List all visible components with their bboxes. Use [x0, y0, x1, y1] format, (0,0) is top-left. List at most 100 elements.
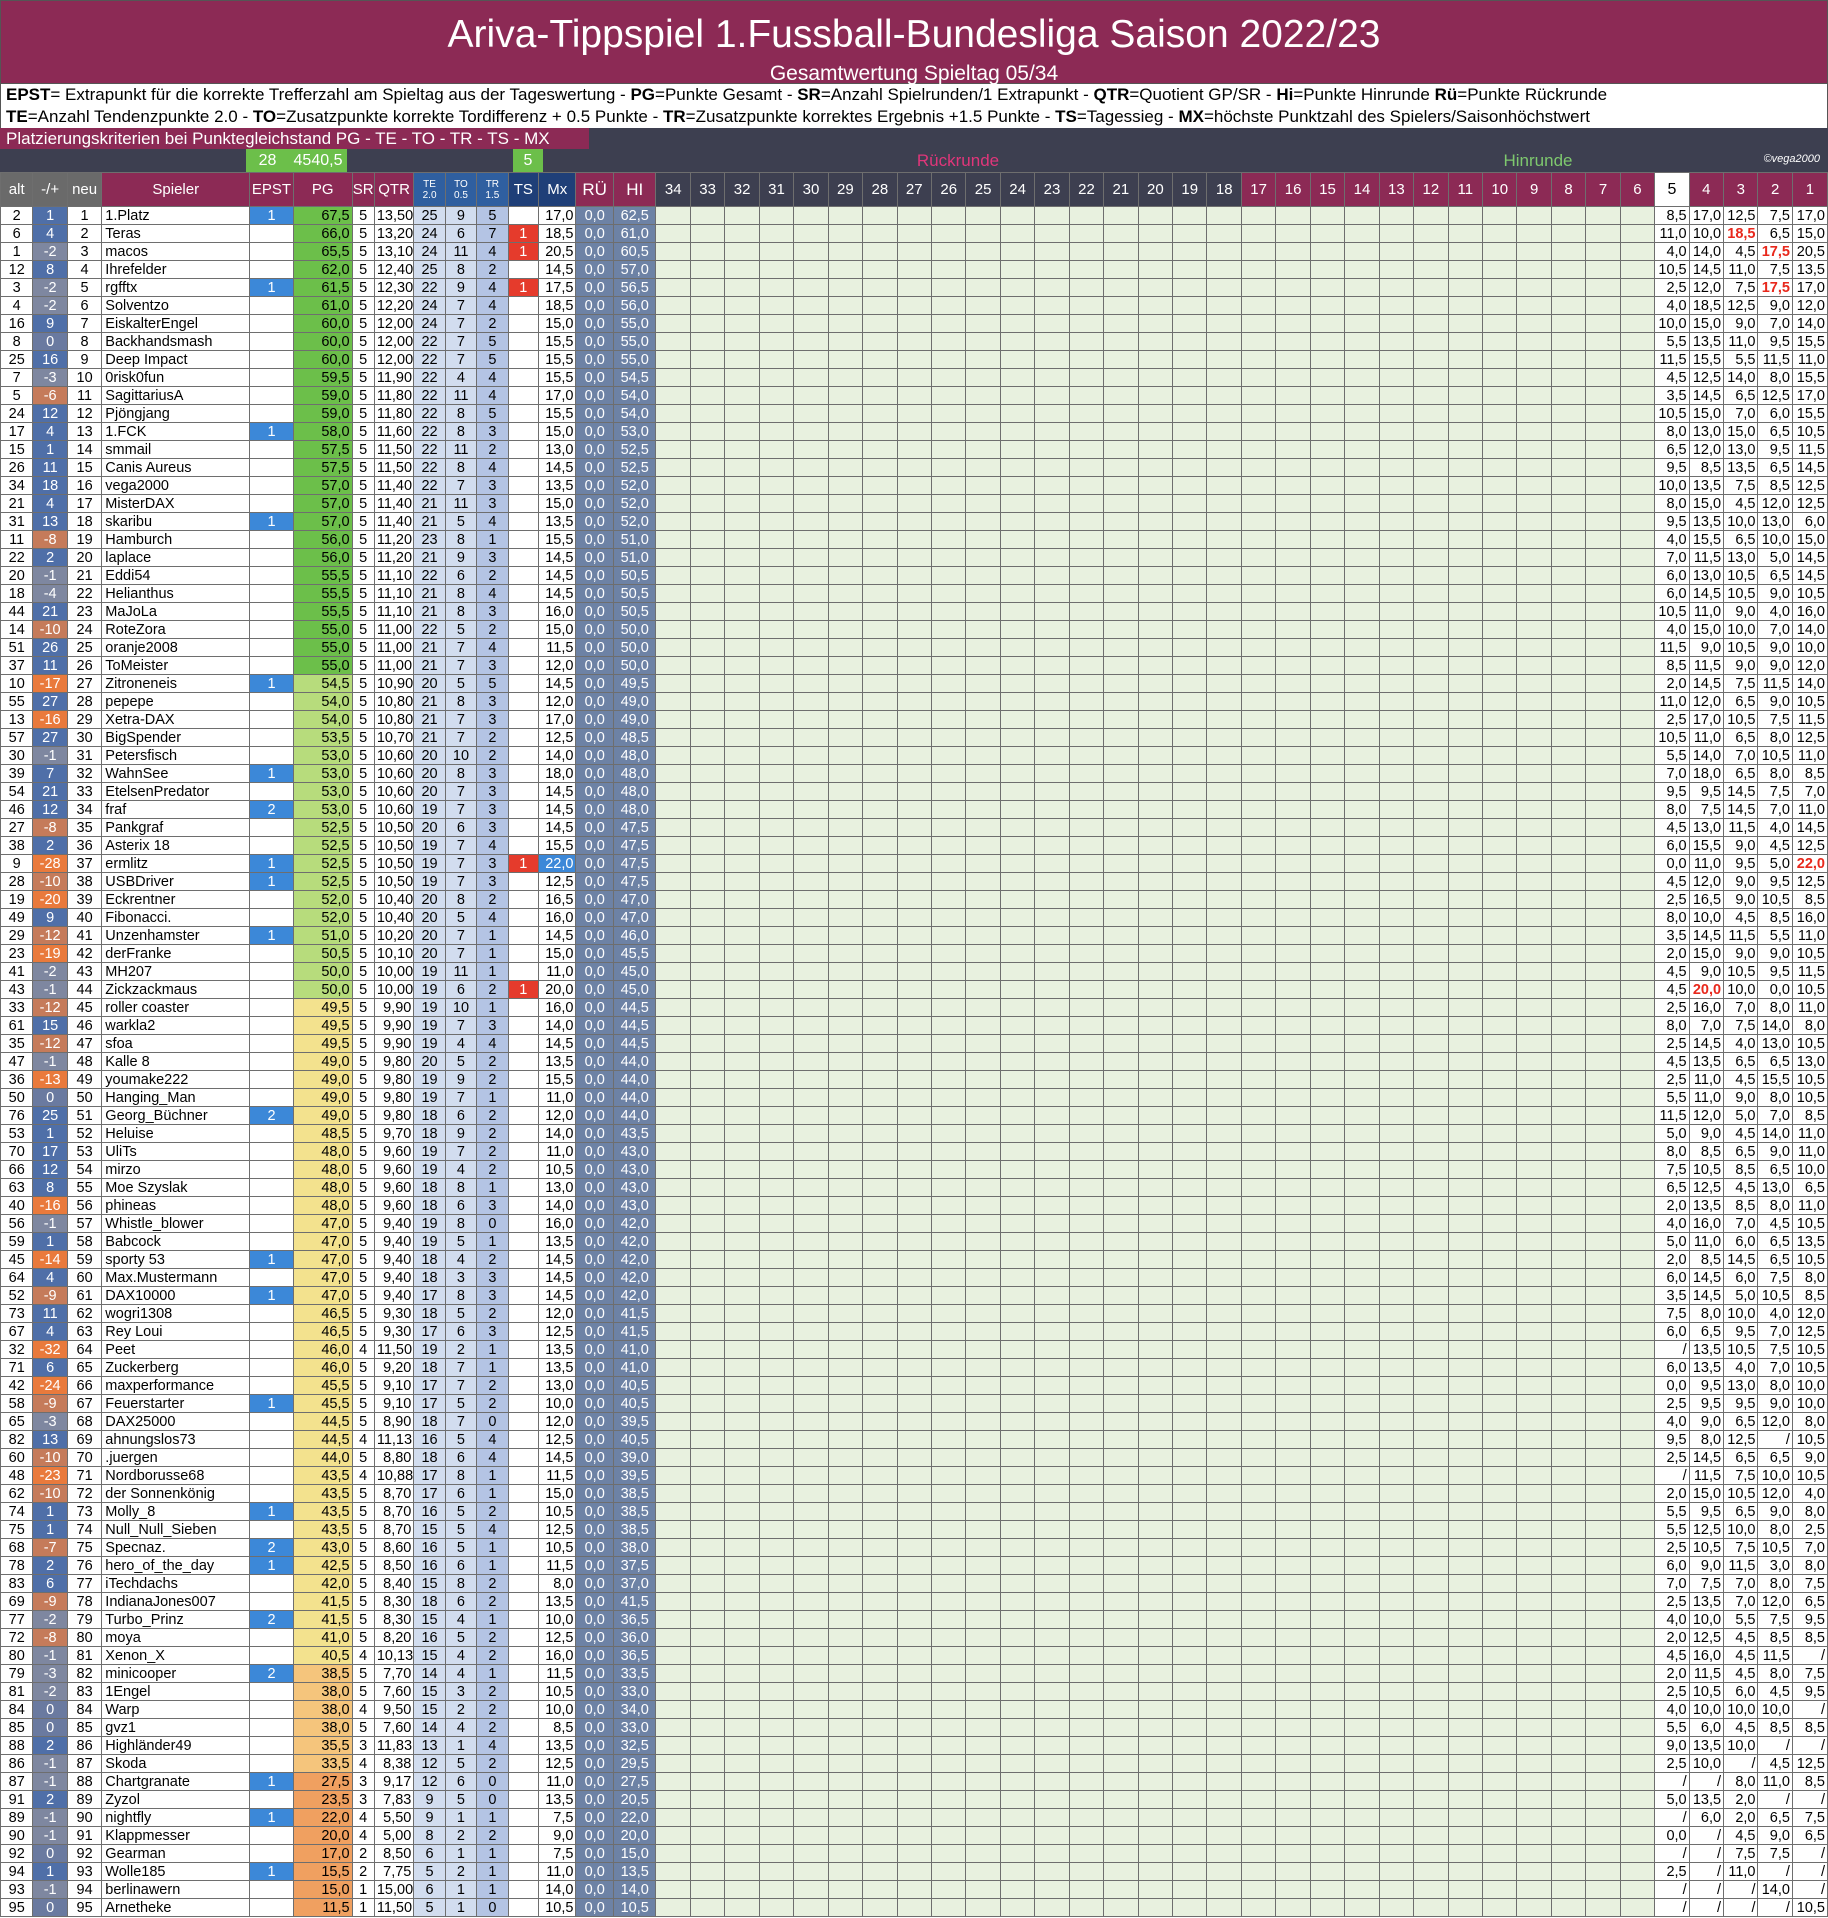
table-row[interactable]: 86 -1 87 Skoda 33,5 4 8,38 12 5 2 12,5 0,0 29,5 2,5 10… — [0, 1754, 1828, 1773]
table-row[interactable]: 77 -2 79 Turbo_Prinz 2 41,5 5 8,30 15 4 1 10,0 0,0 36… — [0, 1610, 1828, 1629]
table-row[interactable]: 71 6 65 Zuckerberg 46,0 5 9,20 18 7 1 13,5 0,0 41,0 6… — [0, 1358, 1828, 1377]
table-row[interactable]: 49 9 40 Fibonacci. 52,0 5 10,40 20 5 4 16,0 0,0 47,0… — [0, 908, 1828, 927]
table-row[interactable]: 65 -3 68 DAX25000 44,5 5 8,90 18 7 0 12,0 0,0 39,5 4,… — [0, 1412, 1828, 1431]
table-row[interactable]: 55 27 28 pepepe 54,0 5 10,80 21 8 3 12,0 0,0 49,0 11,… — [0, 692, 1828, 711]
table-row[interactable]: 42 -24 66 maxperformance 45,5 5 9,10 17 7 2 13,0 0,… — [0, 1376, 1828, 1395]
col-hi[interactable]: HI — [612, 172, 657, 207]
col-round-16[interactable]: 16 — [1275, 172, 1311, 207]
col-round-2[interactable]: 2 — [1757, 172, 1793, 207]
table-row[interactable]: 5 -6 11 SagittariusA 59,0 5 11,80 22 11 4 17,0 0,0 5… — [0, 386, 1828, 405]
table-row[interactable]: 43 -1 44 Zickzackmaus 50,0 5 10,00 19 6 2 1 20,0 0,0… — [0, 980, 1828, 999]
table-row[interactable]: 59 1 58 Babcock 47,0 5 9,40 19 5 1 13,5 0,0 42,0 5,0 1… — [0, 1232, 1828, 1251]
table-row[interactable]: 50 0 50 Hanging_Man 49,0 5 9,80 19 7 1 11,0 0,0 44,0… — [0, 1088, 1828, 1107]
table-row[interactable]: 75 1 74 Null_Null_Sieben 43,5 5 8,70 15 5 4 12,5 0,… — [0, 1520, 1828, 1539]
col-neu[interactable]: neu — [66, 172, 103, 207]
col-ru[interactable]: RÜ — [575, 172, 614, 207]
col-round-27[interactable]: 27 — [896, 172, 932, 207]
col-round-24[interactable]: 24 — [999, 172, 1036, 207]
table-row[interactable]: 61 15 46 warkla2 49,5 5 9,90 19 7 3 14,0 0,0 44,5 8,0… — [0, 1016, 1828, 1035]
col-tr[interactable]: TR 1.5 — [476, 172, 509, 207]
table-row[interactable]: 94 1 93 Wolle185 1 15,5 2 7,75 5 2 1 11,0 0,0 13,5 2,5… — [0, 1862, 1828, 1881]
table-row[interactable]: 36 -13 49 youmake222 49,0 5 9,80 19 9 2 15,5 0,0 44,… — [0, 1070, 1828, 1089]
table-row[interactable]: 85 0 85 gvz1 38,0 5 7,60 14 4 2 8,5 0,0 33,0 5,5 6,0 4,… — [0, 1718, 1828, 1737]
table-row[interactable]: 37 11 26 ToMeister 55,0 5 11,00 21 7 3 12,0 0,0 50,0… — [0, 656, 1828, 675]
col-round-20[interactable]: 20 — [1137, 172, 1174, 207]
table-row[interactable]: 40 -16 56 phineas 48,0 5 9,60 18 6 3 14,0 0,0 43,0 2,… — [0, 1196, 1828, 1215]
table-row[interactable]: 63 8 55 Moe Szyslak 48,0 5 9,60 18 8 1 13,0 0,0 43,0… — [0, 1178, 1828, 1197]
table-row[interactable]: 91 2 89 Zyzol 23,5 3 7,83 9 5 0 13,5 0,0 20,5 5,0 13,5… — [0, 1790, 1828, 1809]
col-round-19[interactable]: 19 — [1172, 172, 1208, 207]
col-round-15[interactable]: 15 — [1309, 172, 1346, 207]
table-row[interactable]: 74 1 73 Molly_8 1 43,5 5 8,70 16 5 2 10,5 0,0 38,5 5,5… — [0, 1502, 1828, 1521]
col-round-34[interactable]: 34 — [655, 172, 691, 207]
table-row[interactable]: 10 -17 27 Zitroneneis 1 54,5 5 10,90 20 5 5 14,5 0,0… — [0, 674, 1828, 693]
col-spieler[interactable]: Spieler — [101, 172, 251, 207]
col-sr[interactable]: SR — [351, 172, 375, 207]
col-epst[interactable]: EPST — [249, 172, 294, 207]
table-row[interactable]: 84 0 84 Warp 38,0 4 9,50 15 2 2 10,0 0,0 34,0 4,0 10,0… — [0, 1700, 1828, 1719]
table-row[interactable]: 1 -2 3 macos 65,5 5 13,10 24 11 4 1 20,5 0,0 60,5 4,0 1… — [0, 242, 1828, 261]
col-round-28[interactable]: 28 — [862, 172, 898, 207]
table-row[interactable]: 15 1 14 smmail 57,5 5 11,50 22 11 2 13,0 0,0 52,5 6,5… — [0, 440, 1828, 459]
table-row[interactable]: 19 -20 39 Eckrentner 52,0 5 10,40 20 8 2 16,5 0,0 47… — [0, 890, 1828, 909]
table-row[interactable]: 12 8 4 Ihrefelder 62,0 5 12,40 25 8 2 14,5 0,0 57,0 1… — [0, 260, 1828, 279]
col-round-31[interactable]: 31 — [758, 172, 795, 207]
table-row[interactable]: 64 4 60 Max.Mustermann 47,0 5 9,40 18 3 3 14,5 0,0 4… — [0, 1268, 1828, 1287]
col-round-22[interactable]: 22 — [1068, 172, 1105, 207]
table-row[interactable]: 52 -9 61 DAX10000 1 47,0 5 9,40 17 8 3 14,5 0,0 42,0 3… — [0, 1286, 1828, 1305]
table-row[interactable]: 47 -1 48 Kalle 8 49,0 5 9,80 20 5 2 13,5 0,0 44,0 4,5… — [0, 1052, 1828, 1071]
table-row[interactable]: 20 -1 21 Eddi54 55,5 5 11,10 22 6 2 14,5 0,0 50,5 6,0… — [0, 566, 1828, 585]
table-row[interactable]: 44 21 23 MaJoLa 55,5 5 11,10 21 8 3 16,0 0,0 50,5 10,… — [0, 602, 1828, 621]
table-row[interactable]: 13 -16 29 Xetra-DAX 54,0 5 10,80 21 7 3 17,0 0,0 49,… — [0, 710, 1828, 729]
col-round-33[interactable]: 33 — [689, 172, 726, 207]
table-row[interactable]: 48 -23 71 Nordborusse68 43,5 4 10,88 17 8 1 11,5 0,… — [0, 1466, 1828, 1485]
table-row[interactable]: 25 16 9 Deep Impact 60,0 5 12,00 22 7 5 15,5 0,0 55,… — [0, 350, 1828, 369]
col-ts[interactable]: TS — [507, 172, 539, 207]
table-row[interactable]: 38 2 36 Asterix 18 52,5 5 10,50 19 7 4 15,5 0,0 47,5… — [0, 836, 1828, 855]
table-row[interactable]: 83 6 77 iTechdachs 42,0 5 8,40 15 8 2 8,0 0,0 37,0 7,… — [0, 1574, 1828, 1593]
table-row[interactable]: 57 27 30 BigSpender 53,5 5 10,70 21 7 2 12,5 0,0 48,… — [0, 728, 1828, 747]
col-round-5[interactable]: 5 — [1654, 172, 1690, 207]
table-row[interactable]: 79 -3 82 minicooper 2 38,5 5 7,70 14 4 1 11,5 0,0 33,… — [0, 1664, 1828, 1683]
table-row[interactable]: 35 -12 47 sfoa 49,5 5 9,90 19 4 4 14,5 0,0 44,5 2,5 14… — [0, 1034, 1828, 1053]
table-row[interactable]: 30 -1 31 Petersfisch 53,0 5 10,60 20 10 2 14,0 0,0 4… — [0, 746, 1828, 765]
table-row[interactable]: 45 -14 59 sporty 53 1 47,0 5 9,40 18 4 2 14,5 0,0 42,… — [0, 1250, 1828, 1269]
col-round-12[interactable]: 12 — [1413, 172, 1449, 207]
table-row[interactable]: 80 -1 81 Xenon_X 40,5 4 10,13 15 4 2 16,0 0,0 36,5 4,… — [0, 1646, 1828, 1665]
col-alt[interactable]: alt — [0, 172, 34, 207]
col-te[interactable]: TE 2.0 — [413, 172, 446, 207]
col-to[interactable]: TO 0.5 — [444, 172, 478, 207]
col-round-9[interactable]: 9 — [1516, 172, 1552, 207]
table-row[interactable]: 46 12 34 fraf 2 53,0 5 10,60 19 7 3 14,5 0,0 48,0 8,0 7… — [0, 800, 1828, 819]
table-row[interactable]: 11 -8 19 Hamburch 56,0 5 11,20 23 8 1 15,5 0,0 51,0 4… — [0, 530, 1828, 549]
table-row[interactable]: 56 -1 57 Whistle_blower 47,0 5 9,40 19 8 0 16,0 0,0… — [0, 1214, 1828, 1233]
table-row[interactable]: 88 2 86 Highländer49 35,5 3 11,83 13 1 4 13,5 0,0 32… — [0, 1736, 1828, 1755]
table-row[interactable]: 32 -32 64 Peet 46,0 4 11,50 19 2 1 13,5 0,0 41,0/13,… — [0, 1340, 1828, 1359]
table-row[interactable]: 67 4 63 Rey Loui 46,5 5 9,30 17 6 3 12,5 0,0 41,5 6,0… — [0, 1322, 1828, 1341]
col-round-3[interactable]: 3 — [1723, 172, 1759, 207]
table-row[interactable]: 26 11 15 Canis Aureus 57,5 5 11,50 22 8 4 14,5 0,0 5… — [0, 458, 1828, 477]
col-round-13[interactable]: 13 — [1378, 172, 1415, 207]
col-round-30[interactable]: 30 — [793, 172, 829, 207]
table-row[interactable]: 68 -7 75 Specnaz. 2 43,0 5 8,60 16 5 1 10,5 0,0 38,0 2… — [0, 1538, 1828, 1557]
col-round-23[interactable]: 23 — [1034, 172, 1070, 207]
col-round-11[interactable]: 11 — [1447, 172, 1483, 207]
table-row[interactable]: 78 2 76 hero_of_the_day 1 42,5 5 8,50 16 6 1 11,5 0,… — [0, 1556, 1828, 1575]
col-round-18[interactable]: 18 — [1206, 172, 1242, 207]
table-row[interactable]: 31 13 18 skaribu 1 57,0 5 11,40 21 5 4 13,5 0,0 52,0 9… — [0, 512, 1828, 531]
col-round-14[interactable]: 14 — [1344, 172, 1380, 207]
table-row[interactable]: 70 17 53 UliTs 48,0 5 9,60 19 7 2 11,0 0,0 43,0 8,0 8,… — [0, 1142, 1828, 1161]
table-row[interactable]: 22 2 20 laplace 56,0 5 11,20 21 9 3 14,5 0,0 51,0 7,0… — [0, 548, 1828, 567]
table-row[interactable]: 17 4 13 1.FCK 1 58,0 5 11,60 22 8 3 15,0 0,0 53,0 8,0 1… — [0, 422, 1828, 441]
table-row[interactable]: 51 26 25 oranje2008 55,0 5 11,00 21 7 4 11,5 0,0 50,… — [0, 638, 1828, 657]
col-round-25[interactable]: 25 — [965, 172, 1001, 207]
col-round-21[interactable]: 21 — [1103, 172, 1139, 207]
table-row[interactable]: 23 -19 42 derFranke 50,5 5 10,10 20 7 1 15,0 0,0 45,… — [0, 944, 1828, 963]
col-round-32[interactable]: 32 — [724, 172, 760, 207]
table-row[interactable]: 41 -2 43 MH207 50,0 5 10,00 19 11 1 11,0 0,0 45,0 4,5… — [0, 962, 1828, 981]
table-row[interactable]: 21 4 17 MisterDAX 57,0 5 11,40 21 11 3 15,0 0,0 52,0… — [0, 494, 1828, 513]
col-round-10[interactable]: 10 — [1481, 172, 1518, 207]
table-row[interactable]: 53 1 52 Heluise 48,5 5 9,70 18 9 2 14,0 0,0 43,5 5,0 9… — [0, 1124, 1828, 1143]
table-row[interactable]: 93 -1 94 berlinawern 15,0 1 15,00 6 1 1 14,0 0,0 14,… — [0, 1880, 1828, 1899]
table-row[interactable]: 58 -9 67 Feuerstarter 1 45,5 5 9,10 17 5 2 10,0 0,0 4… — [0, 1394, 1828, 1413]
